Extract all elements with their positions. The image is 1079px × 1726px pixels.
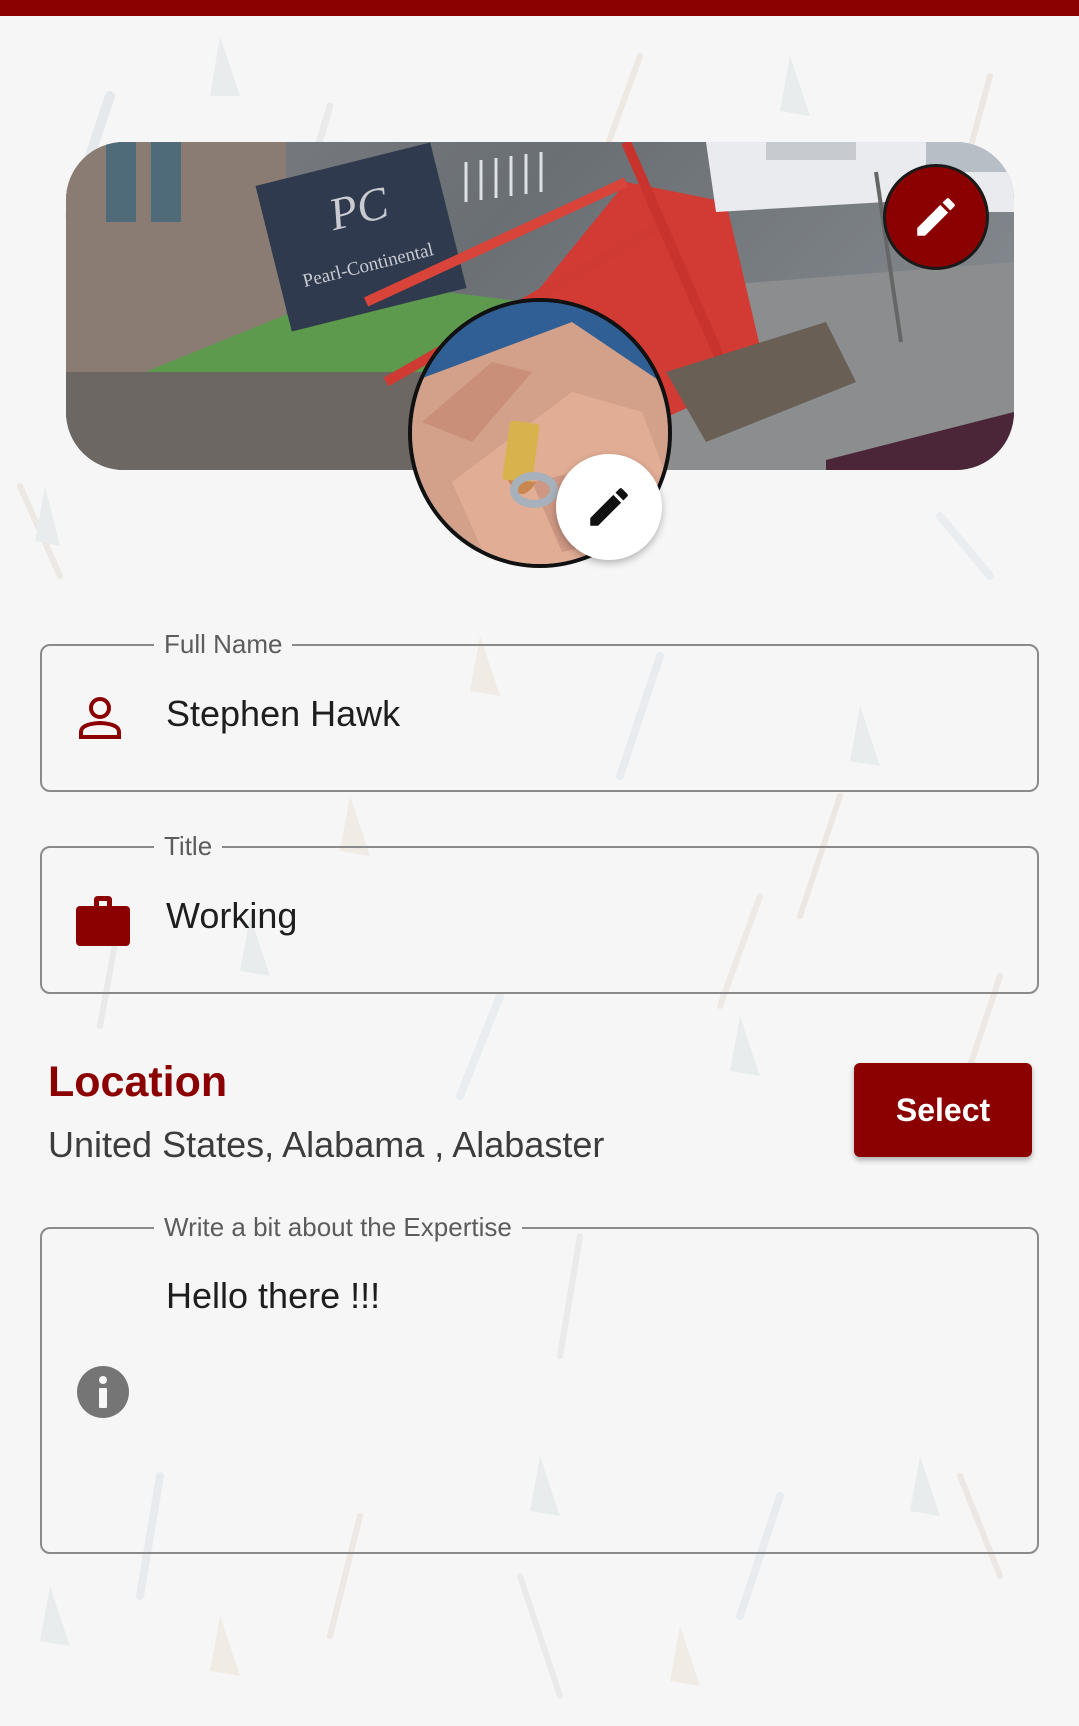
avatar-edit-button[interactable] xyxy=(556,454,662,560)
top-app-bar xyxy=(0,0,1079,16)
full-name-label: Full Name xyxy=(154,627,293,661)
expertise-field[interactable]: Write a bit about the Expertise Hello th… xyxy=(40,1210,1039,1554)
location-select-button[interactable]: Select xyxy=(854,1063,1032,1157)
pencil-icon xyxy=(590,488,628,526)
title-field[interactable]: Title Working xyxy=(40,829,1039,994)
title-label: Title xyxy=(154,829,223,863)
pencil-icon xyxy=(917,198,955,236)
person-icon xyxy=(79,697,121,739)
location-value: United States, Alabama , Alabaster xyxy=(48,1124,605,1165)
briefcase-icon xyxy=(76,896,130,946)
info-icon xyxy=(77,1366,129,1418)
full-name-input[interactable]: Stephen Hawk xyxy=(166,693,400,735)
title-input[interactable]: Working xyxy=(166,895,297,937)
location-heading: Location xyxy=(48,1058,228,1106)
expertise-label: Write a bit about the Expertise xyxy=(154,1210,522,1244)
full-name-field[interactable]: Full Name Stephen Hawk xyxy=(40,627,1039,792)
cover-edit-button[interactable] xyxy=(883,164,989,270)
expertise-input[interactable]: Hello there !!! xyxy=(166,1275,380,1317)
